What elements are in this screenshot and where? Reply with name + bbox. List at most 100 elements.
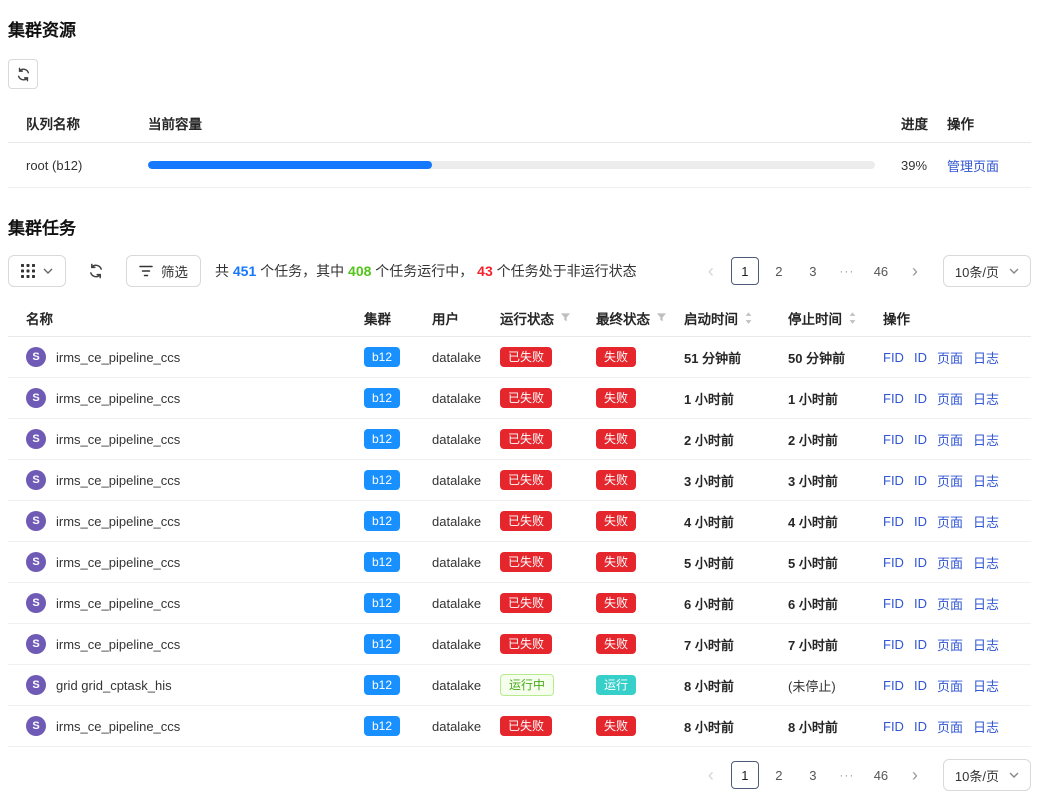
tasks-section-title: 集群任务 (8, 214, 1031, 239)
row-action-fid[interactable]: FID (883, 473, 904, 488)
pagination-page-46[interactable]: 46 (867, 761, 895, 789)
row-action-log[interactable]: 日志 (973, 553, 999, 572)
row-action-log[interactable]: 日志 (973, 471, 999, 490)
task-name-cell: Sirms_ce_pipeline_ccs (8, 552, 364, 572)
row-action-fid[interactable]: FID (883, 432, 904, 447)
row-action-log[interactable]: 日志 (973, 676, 999, 695)
grid-icon (21, 264, 35, 278)
row-action-log[interactable]: 日志 (973, 389, 999, 408)
final-status-filter-icon[interactable] (656, 312, 667, 323)
run-status-filter-icon[interactable] (560, 312, 571, 323)
run-status-badge: 已失败 (500, 347, 552, 367)
row-actions: FID ID 页面日志 (883, 389, 1031, 408)
start-time-sorter-icon[interactable] (744, 311, 753, 325)
row-actions: FID ID 页面日志 (883, 676, 1031, 695)
row-action-log[interactable]: 日志 (973, 635, 999, 654)
row-action-id[interactable]: ID (914, 637, 927, 652)
column-settings-button[interactable] (8, 255, 66, 287)
row-action-fid[interactable]: FID (883, 350, 904, 365)
task-user: datalake (432, 473, 500, 488)
page-size-select[interactable]: 10条/页 (943, 255, 1031, 287)
pagination-page-1[interactable]: 1 (731, 761, 759, 789)
header-start-time: 启动时间 (684, 308, 788, 328)
row-action-page[interactable]: 页面 (937, 717, 963, 736)
row-action-fid[interactable]: FID (883, 719, 904, 734)
header-operation: 操作 (947, 113, 1031, 133)
final-status-badge: 失败 (596, 347, 636, 367)
pagination-page-2[interactable]: 2 (765, 761, 793, 789)
row-action-page[interactable]: 页面 (937, 348, 963, 367)
row-action-page[interactable]: 页面 (937, 553, 963, 572)
stop-time-sorter-icon[interactable] (848, 311, 857, 325)
row-action-log[interactable]: 日志 (973, 430, 999, 449)
row-action-id[interactable]: ID (914, 555, 927, 570)
pagination-prev[interactable]: ‹ (697, 761, 725, 789)
row-action-page[interactable]: 页面 (937, 676, 963, 695)
row-action-page[interactable]: 页面 (937, 594, 963, 613)
row-action-id[interactable]: ID (914, 391, 927, 406)
start-time: 8 小时前 (684, 676, 788, 695)
task-user: datalake (432, 596, 500, 611)
row-action-page[interactable]: 页面 (937, 389, 963, 408)
row-actions: FID ID 页面日志 (883, 594, 1031, 613)
queue-name: root (b12) (8, 158, 148, 173)
chevron-down-icon (43, 268, 53, 274)
task-row: Sgrid grid_cptask_hisb12datalake运行中运行8 小… (8, 665, 1031, 706)
pagination-ellipsis[interactable]: ··· (833, 761, 861, 789)
header-user: 用户 (432, 308, 500, 328)
pagination-page-3[interactable]: 3 (799, 257, 827, 285)
row-action-id[interactable]: ID (914, 719, 927, 734)
pagination-prev[interactable]: ‹ (697, 257, 725, 285)
row-action-id[interactable]: ID (914, 350, 927, 365)
resources-table-header: 队列名称 当前容量 进度 操作 (8, 103, 1031, 143)
pagination-next[interactable]: › (901, 761, 929, 789)
pagination-page-46[interactable]: 46 (867, 257, 895, 285)
row-action-fid[interactable]: FID (883, 596, 904, 611)
page-size-select[interactable]: 10条/页 (943, 759, 1031, 791)
task-user: datalake (432, 678, 500, 693)
row-action-fid[interactable]: FID (883, 637, 904, 652)
refresh-tasks-button[interactable] (82, 255, 110, 287)
start-time: 4 小时前 (684, 512, 788, 531)
pagination-page-2[interactable]: 2 (765, 257, 793, 285)
row-actions: FID ID 页面日志 (883, 512, 1031, 531)
row-action-id[interactable]: ID (914, 473, 927, 488)
run-status-badge: 已失败 (500, 470, 552, 490)
pagination-next[interactable]: › (901, 257, 929, 285)
total-task-count: 451 (233, 263, 256, 279)
header-name: 名称 (8, 308, 364, 328)
spark-avatar-icon: S (26, 675, 46, 695)
row-action-page[interactable]: 页面 (937, 471, 963, 490)
filter-button[interactable]: 筛选 (126, 255, 201, 287)
row-action-log[interactable]: 日志 (973, 594, 999, 613)
stop-time: 50 分钟前 (788, 348, 883, 367)
row-action-log[interactable]: 日志 (973, 348, 999, 367)
row-action-id[interactable]: ID (914, 432, 927, 447)
spark-avatar-icon: S (26, 593, 46, 613)
row-action-log[interactable]: 日志 (973, 512, 999, 531)
task-summary: 共 451 个任务，其中 408 个任务运行中， 43 个任务处于非运行状态 (215, 261, 637, 281)
row-action-id[interactable]: ID (914, 678, 927, 693)
stop-time: (未停止) (788, 676, 883, 695)
row-action-page[interactable]: 页面 (937, 430, 963, 449)
row-actions: FID ID 页面日志 (883, 635, 1031, 654)
row-action-fid[interactable]: FID (883, 514, 904, 529)
row-action-page[interactable]: 页面 (937, 512, 963, 531)
chevron-down-icon (1009, 268, 1019, 274)
row-action-page[interactable]: 页面 (937, 635, 963, 654)
row-action-fid[interactable]: FID (883, 678, 904, 693)
cluster-badge: b12 (364, 470, 400, 490)
row-action-fid[interactable]: FID (883, 555, 904, 570)
pagination-page-3[interactable]: 3 (799, 761, 827, 789)
pagination-ellipsis[interactable]: ··· (833, 257, 861, 285)
row-action-id[interactable]: ID (914, 596, 927, 611)
tasks-toolbar: 筛选 共 451 个任务，其中 408 个任务运行中， 43 个任务处于非运行状… (8, 255, 1031, 287)
task-name: grid grid_cptask_his (56, 678, 172, 693)
row-action-id[interactable]: ID (914, 514, 927, 529)
refresh-resources-button[interactable] (8, 59, 38, 89)
manage-page-link[interactable]: 管理页面 (947, 159, 999, 174)
task-row: Sirms_ce_pipeline_ccsb12datalake已失败失败3 小… (8, 460, 1031, 501)
pagination-page-1[interactable]: 1 (731, 257, 759, 285)
row-action-log[interactable]: 日志 (973, 717, 999, 736)
row-action-fid[interactable]: FID (883, 391, 904, 406)
